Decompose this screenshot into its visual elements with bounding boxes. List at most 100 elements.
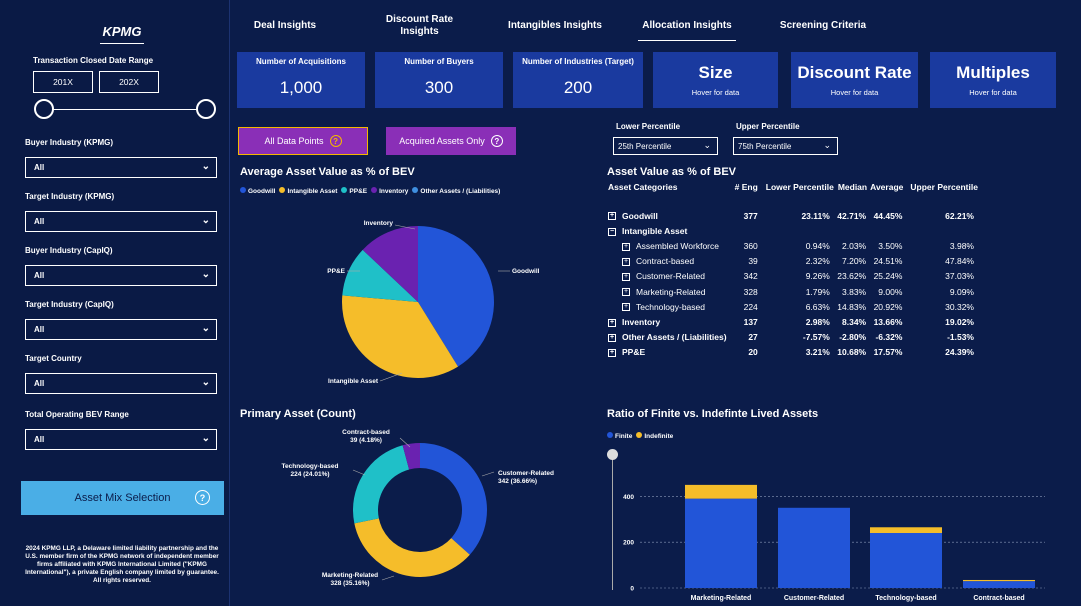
expand-icon[interactable]: +	[608, 318, 616, 327]
tile-sub: Hover for data	[830, 88, 879, 97]
expand-icon[interactable]: +	[622, 288, 630, 297]
chevron-down-icon: ⌄	[201, 269, 210, 280]
row-upper: 9.09%	[949, 286, 974, 297]
row-eng: 328	[743, 286, 758, 297]
filter-dropdown[interactable]: All ⌄	[25, 265, 217, 286]
tab-intangibles-insights[interactable]: Intangibles Insights	[500, 20, 610, 32]
table-row[interactable]: + Goodwill 377 23.11% 42.71% 44.45% 62.21…	[608, 208, 978, 223]
discount-rate-tile[interactable]: Discount Rate Hover for data	[791, 52, 918, 108]
filter-dropdown[interactable]: All ⌄	[25, 157, 217, 178]
bar-finite-marketing-related[interactable]	[685, 498, 757, 588]
pie-label-goodwill: Goodwill	[512, 268, 540, 275]
chevron-down-icon: ⌄	[201, 377, 210, 388]
row-category: + Contract-based	[622, 256, 695, 267]
kpi-value: 1,000	[279, 78, 323, 97]
all-data-points-button[interactable]: All Data Points ?	[238, 127, 368, 155]
filter-dropdown[interactable]: All ⌄	[25, 211, 217, 232]
acquired-assets-only-button[interactable]: Acquired Assets Only ?	[386, 127, 516, 155]
row-category: − Intangible Asset	[608, 225, 688, 236]
tab-screening-criteria[interactable]: Screening Criteria	[768, 20, 878, 32]
table-row[interactable]: + Assembled Workforce 360 0.94% 2.03% 3.5…	[608, 238, 978, 253]
expand-icon[interactable]: +	[622, 242, 630, 251]
table-row[interactable]: + Marketing-Related 328 1.79% 3.83% 9.00%…	[608, 284, 978, 299]
table-row[interactable]: + Customer-Related 342 9.26% 23.62% 25.24…	[608, 269, 978, 284]
col-asset-categories: Asset Categories	[608, 182, 678, 192]
row-average: 17.57%	[873, 347, 903, 358]
y-tick-label: 400	[623, 494, 634, 501]
expand-icon[interactable]: +	[608, 349, 616, 358]
tab-discount-rate-insights[interactable]: Discount Rate Insights	[372, 14, 467, 38]
row-average: 25.24%	[873, 271, 903, 282]
sidebar: KPMG Transaction Closed Date Range 201X …	[0, 0, 230, 606]
row-eng: 377	[743, 210, 758, 221]
slice-customer-related[interactable]	[420, 443, 487, 555]
table-row[interactable]: − Intangible Asset	[608, 223, 978, 238]
pie-legend: Goodwill Intangible Asset PP&E Inventory…	[240, 187, 500, 195]
table-row[interactable]: + Technology-based 224 6.63% 14.83% 20.92…	[608, 299, 978, 314]
expand-icon[interactable]: +	[622, 273, 630, 282]
date-to-input[interactable]: 202X	[99, 71, 159, 93]
help-icon[interactable]: ?	[490, 135, 503, 147]
chevron-down-icon: ⌄	[201, 161, 210, 172]
bar-indefinite-contract-based[interactable]	[963, 579, 1035, 582]
table-row[interactable]: + PP&E 20 3.21% 10.68% 17.57% 24.39%	[608, 345, 978, 360]
slice-marketing-related[interactable]	[354, 518, 470, 577]
bar-finite-technology-based[interactable]	[870, 533, 942, 588]
tab-deal-insights[interactable]: Deal Insights	[240, 20, 330, 32]
date-range-start-handle[interactable]	[34, 99, 54, 119]
filter-dropdown[interactable]: All ⌄	[25, 319, 217, 340]
bar-finite-customer-related[interactable]	[778, 507, 850, 588]
expand-icon[interactable]: +	[608, 333, 616, 342]
legend-intangible: Intangible Asset	[279, 187, 337, 195]
row-eng: 39	[748, 256, 758, 267]
lower-percentile-dropdown[interactable]: 25th Percentile ⌄	[613, 137, 718, 155]
row-lower	[762, 223, 834, 238]
row-lower: -7.57%	[802, 332, 830, 343]
bar-scroll-handle[interactable]	[607, 449, 618, 460]
row-median: 23.62%	[837, 271, 867, 282]
bar-finite-contract-based[interactable]	[963, 581, 1035, 588]
multiples-tile[interactable]: Multiples Hover for data	[930, 52, 1056, 108]
upper-percentile-dropdown[interactable]: 75th Percentile ⌄	[733, 137, 838, 155]
kpi-buyers: Number of Buyers 300	[375, 52, 503, 108]
primary-asset-donut-chart: Contract-based 39 (4.18%) Technology-bas…	[282, 429, 554, 587]
filter-dropdown[interactable]: All ⌄	[25, 429, 217, 450]
row-average	[870, 223, 906, 238]
size-tile[interactable]: Size Hover for data	[653, 52, 778, 108]
expand-icon[interactable]: +	[608, 212, 616, 221]
expand-icon[interactable]: +	[622, 303, 630, 312]
chevron-down-icon: ⌄	[201, 323, 210, 334]
expand-icon[interactable]: −	[608, 227, 616, 236]
tab-allocation-insights[interactable]: Allocation Insights	[638, 20, 736, 41]
bar-legend: Finite Indefinite	[607, 432, 673, 440]
pie-label-inventory: Inventory	[364, 220, 394, 227]
table-row[interactable]: + Contract-based 39 2.32% 7.20% 24.51% 47…	[608, 254, 978, 269]
row-upper: 24.39%	[945, 347, 974, 358]
table-row[interactable]: + Other Assets / (Liabilities) 27 -7.57% …	[608, 330, 978, 345]
row-upper: 30.32%	[945, 301, 974, 312]
help-icon[interactable]: ?	[329, 135, 342, 147]
donut-value-technology: 224 (24.01%)	[290, 471, 329, 478]
kpi-industries: Number of Industries (Target) 200	[513, 52, 643, 108]
table-header-row: Asset Categories # Eng Lower Percentile …	[608, 182, 978, 208]
row-upper: 62.21%	[945, 210, 974, 221]
date-from-input[interactable]: 201X	[33, 71, 93, 93]
row-eng: 224	[743, 301, 758, 312]
donut-value-contract: 39 (4.18%)	[350, 437, 382, 444]
help-icon[interactable]: ?	[195, 490, 210, 505]
slice-technology-based[interactable]	[353, 445, 410, 524]
bar-indefinite-marketing-related[interactable]	[685, 484, 757, 499]
row-upper	[906, 223, 978, 238]
row-category: + Customer-Related	[622, 271, 705, 282]
x-tick-label: Marketing-Related	[691, 595, 752, 602]
asset-mix-selection-button[interactable]: Asset Mix Selection ?	[21, 481, 224, 515]
row-category: + Goodwill	[608, 210, 658, 221]
bar-indefinite-technology-based[interactable]	[870, 527, 942, 533]
expand-icon[interactable]: +	[622, 257, 630, 266]
legend-indefinite: Indefinite	[636, 432, 673, 440]
date-range-end-handle[interactable]	[196, 99, 216, 119]
row-lower: 2.98%	[805, 316, 830, 327]
row-eng: 20	[748, 347, 758, 358]
table-row[interactable]: + Inventory 137 2.98% 8.34% 13.66% 19.02%	[608, 314, 978, 329]
filter-dropdown[interactable]: All ⌄	[25, 373, 217, 394]
